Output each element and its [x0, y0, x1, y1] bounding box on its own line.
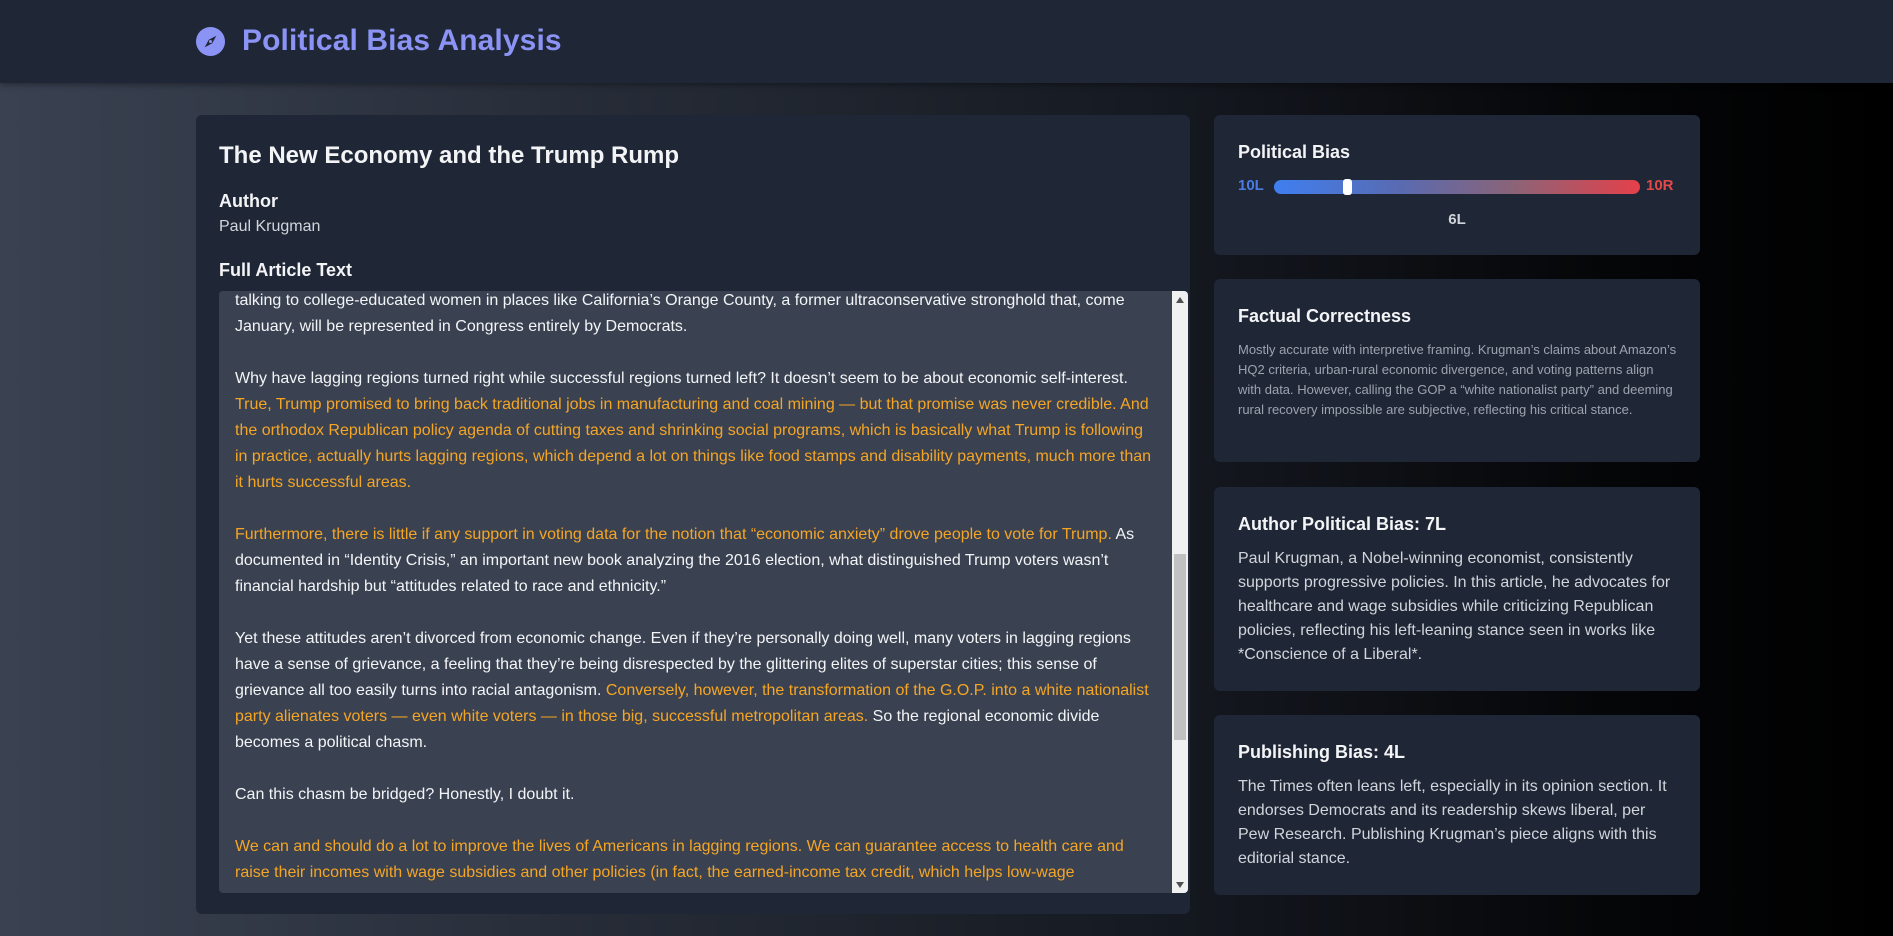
scrollbar[interactable] — [1172, 291, 1188, 893]
author-bias-title: Author Political Bias: 7L — [1238, 514, 1447, 534]
publishing-bias-title: Publishing Bias: 4L — [1238, 742, 1406, 762]
compass-icon — [195, 26, 226, 56]
bias-slider-track — [1274, 179, 1640, 195]
bias-right-label: 10R — [1646, 177, 1674, 194]
app-title: Political Bias Analysis — [242, 24, 562, 57]
article-paragraph: talking to college-educated women in pla… — [235, 291, 1155, 340]
scroll-up-arrow[interactable] — [1172, 291, 1188, 308]
factual-correctness-text: Mostly accurate with interpretive framin… — [1238, 342, 1677, 417]
article-title: The New Economy and the Trump Rump — [219, 142, 680, 169]
article-text-segment: Can this chasm be bridged? Honestly, I d… — [235, 786, 575, 803]
factual-correctness-title: Factual Correctness — [1238, 306, 1412, 326]
article-paragraph: Can this chasm be bridged? Honestly, I d… — [235, 782, 1155, 808]
author-label: Author — [219, 191, 278, 211]
author-bias-text: Paul Krugman, a Nobel-winning economist,… — [1238, 550, 1671, 663]
article-paragraph: Why have lagging regions turned right wh… — [235, 366, 1155, 496]
publishing-bias-card: Publishing Bias: 4L The Times often lean… — [1214, 715, 1700, 895]
article-text: talking to college-educated women in pla… — [235, 291, 1155, 893]
political-bias-title: Political Bias — [1238, 142, 1351, 162]
highlighted-text: Furthermore, there is little if any supp… — [235, 526, 1112, 543]
factual-correctness-card: Factual Correctness Mostly accurate with… — [1214, 279, 1700, 462]
full-text-label: Full Article Text — [219, 260, 353, 280]
publishing-bias-text: The Times often leans left, especially i… — [1238, 778, 1667, 867]
article-paragraph: We can and should do a lot to improve th… — [235, 834, 1155, 886]
triangle-down-icon — [1176, 881, 1184, 888]
highlighted-text: True, Trump promised to bring back tradi… — [235, 396, 1152, 491]
bias-slider-marker — [1343, 179, 1353, 195]
bias-left-label: 10L — [1238, 177, 1264, 194]
author-bias-card: Author Political Bias: 7L Paul Krugman, … — [1214, 487, 1700, 691]
article-text-segment: talking to college-educated women in pla… — [235, 292, 1125, 335]
political-bias-card: Political Bias 10L 10R 6L — [1214, 115, 1700, 255]
article-paragraph: Yet these attitudes aren’t divorced from… — [235, 626, 1155, 756]
author-name: Paul Krugman — [219, 218, 321, 235]
highlighted-text: We can and should do a lot to improve th… — [235, 838, 1124, 881]
article-text-box[interactable]: talking to college-educated women in pla… — [219, 291, 1188, 893]
top-bar: Political Bias Analysis — [0, 0, 1893, 83]
article-paragraph: Furthermore, there is little if any supp… — [235, 522, 1155, 600]
brand[interactable]: Political Bias Analysis — [195, 24, 562, 58]
article-card: The New Economy and the Trump Rump Autho… — [196, 115, 1190, 914]
triangle-up-icon — [1176, 296, 1184, 303]
article-text-segment: Why have lagging regions turned right wh… — [235, 370, 1128, 387]
scroll-down-arrow[interactable] — [1172, 876, 1188, 893]
bias-value: 6L — [1448, 211, 1466, 228]
scrollbar-thumb[interactable] — [1174, 554, 1186, 740]
